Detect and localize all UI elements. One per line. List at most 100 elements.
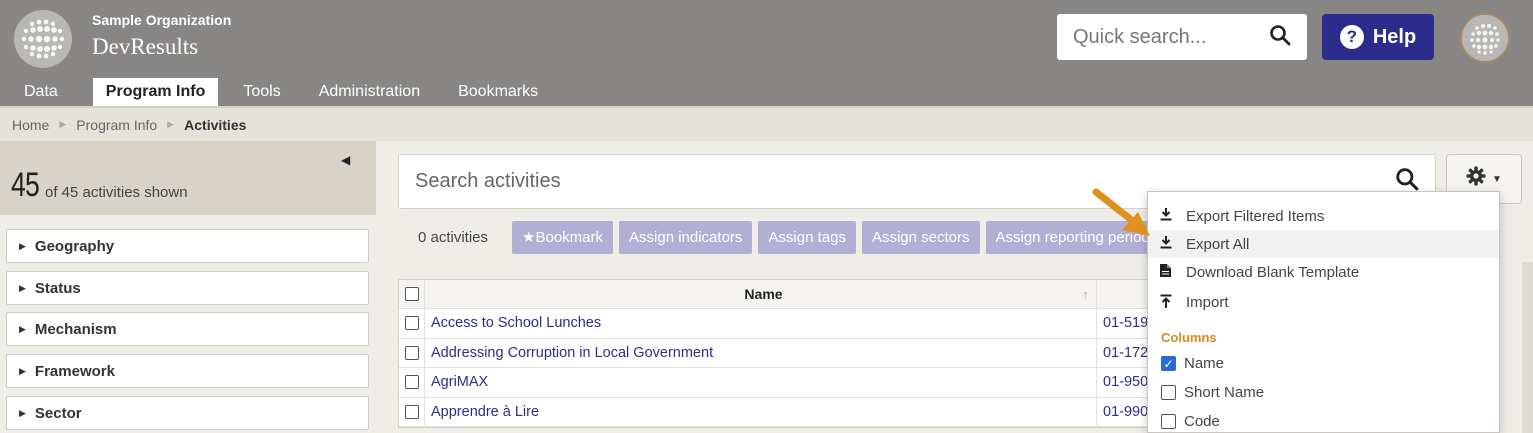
row-checkbox[interactable]	[404, 345, 419, 360]
user-avatar[interactable]	[1460, 13, 1510, 63]
app-header: Sample Organization DevResults Quick sea…	[0, 0, 1533, 106]
app-name: DevResults	[92, 34, 199, 59]
menu-item-label: Import	[1186, 294, 1229, 311]
select-all-checkbox[interactable]	[404, 287, 419, 301]
activity-name-link[interactable]: Access to School Lunches	[425, 309, 1097, 338]
activity-code-link[interactable]: 01-172	[1097, 345, 1148, 361]
filter-status[interactable]: ▶ Status	[6, 271, 369, 305]
table-row: Access to School Lunches 01-519	[399, 309, 1157, 339]
activities-search-placeholder: Search activities	[415, 170, 561, 192]
breadcrumb-home[interactable]: Home	[12, 117, 49, 133]
export-filtered-items-menu-item[interactable]: Export Filtered Items	[1148, 202, 1499, 230]
activity-name-link[interactable]: Addressing Corruption in Local Governmen…	[425, 338, 1097, 367]
checkbox-unchecked-icon[interactable]	[1161, 385, 1176, 400]
import-menu-item[interactable]: Import	[1148, 286, 1499, 319]
main-nav: Data Program Info Tools Administration B…	[0, 78, 551, 106]
quick-search-input[interactable]: Quick search...	[1057, 14, 1307, 60]
download-blank-template-menu-item[interactable]: Download Blank Template	[1148, 258, 1499, 286]
caret-right-icon: ▶	[19, 407, 26, 418]
row-checkbox[interactable]	[404, 316, 419, 331]
select-all-cell	[399, 280, 425, 308]
filter-mechanism[interactable]: ▶ Mechanism	[6, 312, 369, 346]
breadcrumb-current: Activities	[184, 116, 247, 133]
bulk-actions-toolbar: 0 activities ★Bookmark Assign indicators…	[398, 221, 1173, 254]
chevron-right-icon: ▶	[167, 119, 175, 129]
tab-bookmarks[interactable]: Bookmarks	[445, 78, 551, 106]
activity-name-link[interactable]: AgriMAX	[425, 368, 1097, 397]
selected-activity-count: 0 activities	[418, 229, 489, 246]
row-checkbox-cell	[399, 368, 425, 397]
filter-label: Framework	[34, 362, 115, 380]
org-logo-icon[interactable]	[14, 10, 72, 68]
name-column-header[interactable]: Name ↑	[425, 280, 1097, 308]
assign-sectors-button[interactable]: Assign sectors	[861, 221, 980, 254]
bookmark-button[interactable]: ★Bookmark	[512, 221, 614, 254]
results-count-box: 45 of 45 activities shown ◀	[0, 141, 376, 215]
caret-right-icon: ▶	[19, 323, 26, 334]
column-toggle-short-name[interactable]: Short Name	[1148, 378, 1499, 407]
checkbox-unchecked-icon[interactable]	[1161, 414, 1176, 429]
table-row: Apprendre à Lire 01-990	[399, 397, 1157, 427]
table-row: Addressing Corruption in Local Governmen…	[399, 338, 1157, 368]
quick-search-placeholder: Quick search...	[1073, 25, 1207, 48]
filter-label: Status	[34, 279, 81, 297]
menu-item-label: Export Filtered Items	[1186, 207, 1325, 225]
name-header-label: Name	[744, 286, 783, 302]
filter-framework[interactable]: ▶ Framework	[6, 354, 369, 388]
filter-label: Sector	[34, 404, 82, 422]
filter-sector[interactable]: ▶ Sector	[6, 396, 369, 430]
activity-name-link[interactable]: Apprendre à Lire	[425, 397, 1097, 426]
filter-label: Mechanism	[34, 320, 117, 338]
callout-arrow-icon	[1090, 186, 1156, 247]
checkbox-checked-icon[interactable]: ✓	[1161, 356, 1176, 371]
file-icon	[1160, 264, 1186, 280]
column-toggle-code[interactable]: Code	[1148, 407, 1499, 433]
columns-section-header: Columns	[1161, 329, 1217, 345]
column-toggle-label: Short Name	[1184, 384, 1265, 401]
page-scrollbar[interactable]	[1522, 262, 1533, 433]
results-count-text: of 45 activities shown	[45, 184, 188, 201]
column-toggle-label: Name	[1184, 355, 1225, 372]
filter-label: Geography	[34, 237, 115, 255]
table-header-row: Name ↑	[399, 280, 1157, 309]
search-icon[interactable]	[1269, 24, 1291, 51]
question-icon: ?	[1339, 25, 1364, 49]
row-checkbox-cell	[399, 309, 425, 338]
activities-table: Name ↑ Access to School Lunches 01-519 A…	[398, 279, 1158, 428]
caret-right-icon: ▶	[19, 365, 26, 376]
collapse-sidebar-icon[interactable]: ◀	[341, 153, 350, 167]
activity-code-link[interactable]: 01-950	[1097, 374, 1148, 390]
breadcrumb-program-info[interactable]: Program Info	[76, 117, 157, 133]
activity-code-link[interactable]: 01-519	[1097, 315, 1148, 331]
assign-tags-button[interactable]: Assign tags	[758, 221, 856, 254]
sort-ascending-icon[interactable]: ↑	[1083, 287, 1090, 302]
row-checkbox[interactable]	[404, 375, 419, 390]
column-toggle-name[interactable]: ✓ Name	[1148, 349, 1499, 378]
activity-code-link[interactable]: 01-990	[1097, 404, 1148, 420]
settings-dropdown-menu: Export Filtered Items Export All Downloa…	[1147, 191, 1500, 433]
breadcrumb: Home ▶ Program Info ▶ Activities	[0, 106, 1533, 141]
filter-sidebar: 45 of 45 activities shown ◀ ▶ Geography ▶…	[0, 141, 376, 433]
column-toggle-label: Code	[1184, 413, 1220, 430]
menu-item-label: Download Blank Template	[1186, 263, 1360, 281]
export-all-menu-item[interactable]: Export All	[1148, 230, 1499, 258]
upload-icon	[1160, 294, 1186, 311]
caret-right-icon: ▶	[19, 282, 26, 293]
row-checkbox-cell	[399, 338, 425, 367]
row-checkbox[interactable]	[404, 404, 419, 419]
caret-down-icon: ▼	[1492, 173, 1502, 185]
download-icon	[1160, 236, 1186, 252]
help-label: Help	[1372, 25, 1417, 48]
menu-item-label: Export All	[1186, 235, 1250, 253]
assign-indicators-button[interactable]: Assign indicators	[619, 221, 753, 254]
chevron-right-icon: ▶	[59, 119, 67, 129]
tab-tools[interactable]: Tools	[230, 78, 293, 106]
org-name: Sample Organization	[92, 12, 232, 28]
tab-administration[interactable]: Administration	[306, 78, 433, 106]
help-button[interactable]: ? Help	[1322, 14, 1434, 60]
tab-data[interactable]: Data	[0, 78, 71, 106]
download-icon	[1160, 208, 1186, 224]
results-count: 45	[11, 166, 40, 204]
filter-geography[interactable]: ▶ Geography	[6, 229, 369, 263]
tab-program-info[interactable]: Program Info	[92, 78, 219, 106]
